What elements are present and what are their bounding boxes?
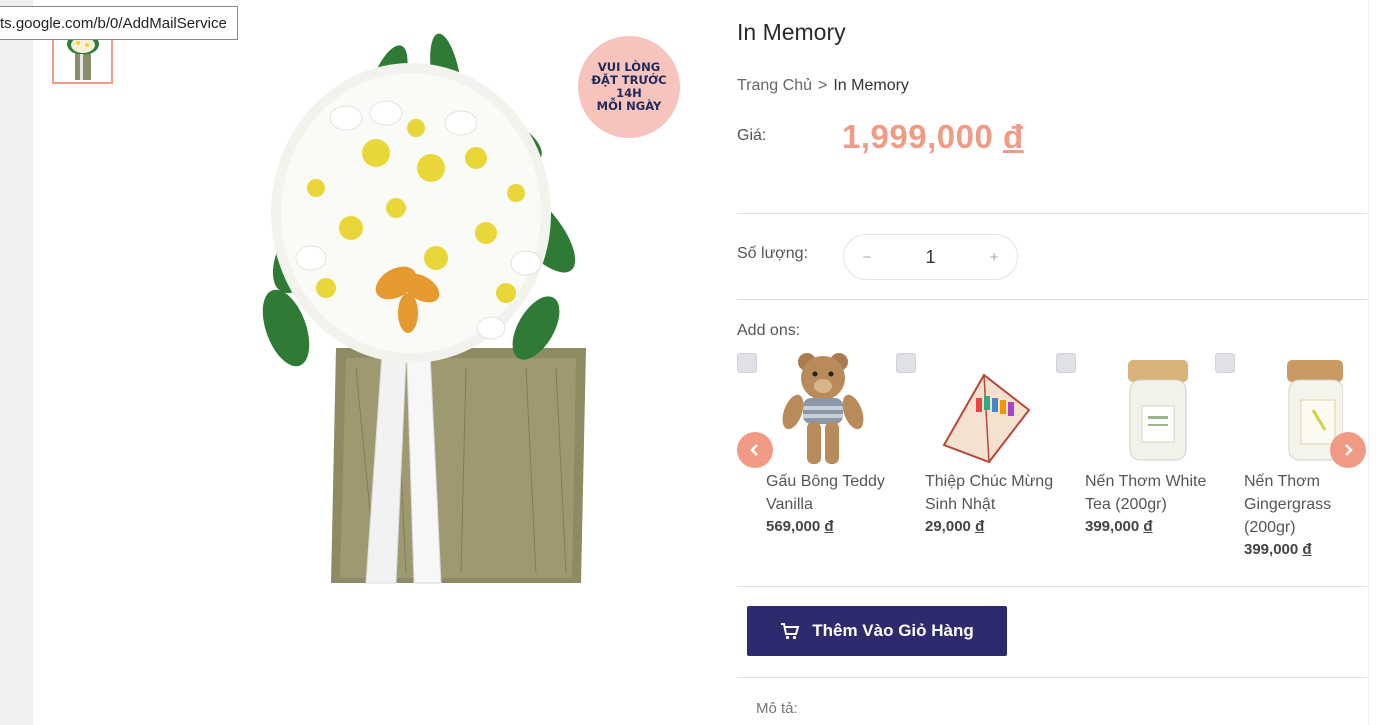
- addon-price-value: 29,000: [925, 518, 971, 535]
- chevron-right-icon: [1345, 444, 1353, 456]
- quantity-value[interactable]: 1: [925, 247, 935, 268]
- price-currency: đ: [1002, 118, 1024, 155]
- quantity-decrease-button[interactable]: −: [860, 249, 874, 266]
- divider: [737, 586, 1367, 587]
- breadcrumb-separator: >: [818, 77, 828, 94]
- addon-price-currency: đ: [1143, 518, 1153, 535]
- badge-line: MỖI NGÀY: [596, 99, 662, 113]
- addon-price-value: 399,000: [1085, 518, 1140, 535]
- addon-price: 29,000 đ: [925, 518, 984, 535]
- url-status-tooltip: ts.google.com/b/0/AddMailService: [0, 6, 238, 40]
- addon-name[interactable]: Gấu Bông Teddy Vanilla: [766, 470, 896, 516]
- addon-name[interactable]: Nến Thơm White Tea (200gr): [1085, 470, 1215, 516]
- description-label: Mô tả:: [756, 700, 798, 717]
- price-label: Giá:: [737, 127, 767, 144]
- addon-checkbox[interactable]: [737, 353, 757, 373]
- addon-price-value: 569,000: [766, 518, 821, 535]
- divider: [737, 677, 1367, 678]
- quantity-label: Số lượng:: [737, 245, 809, 262]
- addon-checkbox[interactable]: [1056, 353, 1076, 373]
- quantity-increase-button[interactable]: +: [987, 249, 1001, 266]
- teddy-bear-image[interactable]: [765, 350, 875, 468]
- divider: [737, 213, 1367, 214]
- scrollbar[interactable]: [1368, 0, 1392, 725]
- breadcrumb-current: In Memory: [833, 77, 909, 94]
- candle-jar-image[interactable]: [1084, 350, 1194, 468]
- addon-price: 399,000 đ: [1244, 541, 1312, 558]
- left-gutter: [0, 0, 33, 725]
- addon-price-currency: đ: [824, 518, 834, 535]
- breadcrumb: Trang Chủ > In Memory: [737, 77, 909, 95]
- add-to-cart-label: Thêm Vào Giỏ Hàng: [812, 621, 974, 640]
- addon-price-value: 399,000: [1244, 541, 1299, 558]
- addon-name[interactable]: Thiệp Chúc Mừng Sinh Nhật: [925, 470, 1055, 516]
- price-value: 1,999,000: [842, 118, 994, 155]
- addon-price: 569,000 đ: [766, 518, 834, 535]
- product-title: In Memory: [737, 19, 846, 45]
- carousel-prev-button[interactable]: [737, 432, 773, 468]
- greeting-card-image[interactable]: [924, 350, 1034, 468]
- addon-checkbox[interactable]: [896, 353, 916, 373]
- add-to-cart-button[interactable]: Thêm Vào Giỏ Hàng: [747, 606, 1007, 656]
- quantity-stepper: − 1 +: [843, 234, 1018, 280]
- divider: [737, 299, 1367, 300]
- carousel-next-button[interactable]: [1330, 432, 1366, 468]
- addon-price-currency: đ: [975, 518, 985, 535]
- addon-price-currency: đ: [1302, 541, 1312, 558]
- cart-icon: [781, 623, 800, 640]
- product-price: 1,999,000 đ: [842, 118, 1024, 156]
- candle-jar-image[interactable]: [1243, 350, 1344, 468]
- chevron-left-icon: [750, 444, 758, 456]
- breadcrumb-home-link[interactable]: Trang Chủ: [737, 77, 812, 95]
- addons-label: Add ons:: [737, 322, 801, 339]
- addon-name[interactable]: Nến Thơm Gingergrass (200gr): [1244, 470, 1344, 539]
- addon-price: 399,000 đ: [1085, 518, 1153, 535]
- addon-checkbox[interactable]: [1215, 353, 1235, 373]
- preorder-badge: VUI LÒNG ĐẶT TRƯỚC 14H MỖI NGÀY: [578, 36, 680, 138]
